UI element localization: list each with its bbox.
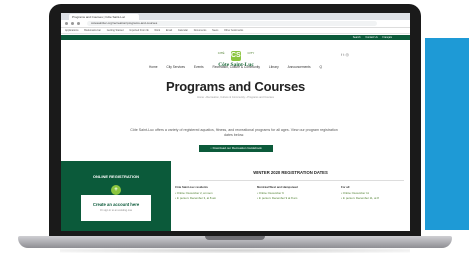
create-account-card[interactable]: Create an account here Or sign in to an … <box>81 195 151 221</box>
forward-icon[interactable] <box>71 22 74 25</box>
nav-item-city-services[interactable]: City Services <box>166 65 185 69</box>
intro-text: Côte Saint-Luc offers a variety of regis… <box>130 128 338 137</box>
search-icon[interactable]: Q <box>320 65 322 69</box>
download-guidebook-button[interactable]: ↓ Download our Recreation Guidebook <box>199 145 273 152</box>
online-registration-panel: ONLINE REGISTRATION Create an account he… <box>61 161 171 231</box>
online-registration-title: ONLINE REGISTRATION <box>92 174 140 179</box>
bookmark-item[interactable]: Email <box>166 28 172 33</box>
laptop-screen: Programs and Courses | Côte Saint-Luc co… <box>61 13 410 231</box>
site-utility-bar: Search Contact Us Français <box>61 35 410 40</box>
page-title: Programs and Courses <box>165 79 306 94</box>
utility-link-language[interactable]: Français <box>382 36 392 39</box>
date-item: • In person: December 9 at 8 am <box>257 196 298 200</box>
bookmark-item[interactable]: Work <box>154 28 160 33</box>
decorative-teal-block <box>425 38 469 230</box>
sign-in-text: Or sign in to an existing one <box>99 209 133 212</box>
laptop-shadow <box>60 248 410 253</box>
winter-registration-title: WINTER 2020 REGISTRATION DATES <box>253 170 328 175</box>
bookmark-item[interactable]: Imported From IE <box>129 28 148 33</box>
date-item: • In person: December 3, at 8 am <box>175 196 217 200</box>
utility-link-contact[interactable]: Contact Us <box>365 36 377 39</box>
divider <box>189 180 404 181</box>
social-icons[interactable]: f t ◎ <box>341 52 349 57</box>
logo-city-text: CITY <box>247 50 255 55</box>
registration-column: Côte Saint-Luc residents • Online: Decem… <box>175 185 216 202</box>
reload-icon[interactable] <box>77 22 80 25</box>
create-account-link[interactable]: Create an account here <box>81 202 151 207</box>
nav-item-recreation[interactable]: Recreation, Culture & Community <box>213 65 260 69</box>
breadcrumb[interactable]: Home › Recreation, Culture & Community ›… <box>61 96 410 99</box>
laptop-notch <box>205 236 265 240</box>
column-heading: Montréal West and Hampstead <box>257 185 298 189</box>
nav-item-library[interactable]: Library <box>269 65 279 69</box>
bookmark-item[interactable]: Other bookmarks <box>224 28 243 33</box>
registration-column: Montréal West and Hampstead • Online: De… <box>257 185 298 202</box>
nav-item-events[interactable]: Events <box>194 65 204 69</box>
back-icon[interactable] <box>65 22 68 25</box>
address-input[interactable]: cotesaintluc.org/recreation/programs-and… <box>87 21 377 26</box>
browser-tab-bar: Programs and Courses | Côte Saint-Luc <box>61 13 410 20</box>
bookmark-item[interactable]: Documents <box>194 28 207 33</box>
bookmarks-bar: Applications Bookmarks bar Getting Start… <box>61 28 410 34</box>
bookmark-item[interactable]: Calendar <box>178 28 188 33</box>
bookmark-item[interactable]: Bookmarks bar <box>84 28 101 33</box>
date-item: • In person: December 11, at 8 <box>341 196 379 200</box>
bookmark-item[interactable]: News <box>212 28 218 33</box>
logo-cite-text: CITÉ <box>217 50 225 55</box>
logo-mark-icon: CSL <box>231 51 245 61</box>
utility-link-search[interactable]: Search <box>353 36 361 39</box>
nav-item-home[interactable]: Home <box>149 65 158 69</box>
registration-column: For all • Online: December 11 • In perso… <box>341 185 379 202</box>
bookmark-item[interactable]: Applications <box>65 28 78 33</box>
bookmark-item[interactable]: Getting Started <box>107 28 124 33</box>
plus-icon: + <box>111 185 121 195</box>
main-navigation: Home City Services Events Recreation, Cu… <box>61 65 410 69</box>
winter-registration-section: WINTER 2020 REGISTRATION DATES Côte Sain… <box>171 161 410 231</box>
nav-item-announcements[interactable]: Announcements <box>288 65 311 69</box>
browser-url-bar: cotesaintluc.org/recreation/programs-and… <box>61 20 410 28</box>
